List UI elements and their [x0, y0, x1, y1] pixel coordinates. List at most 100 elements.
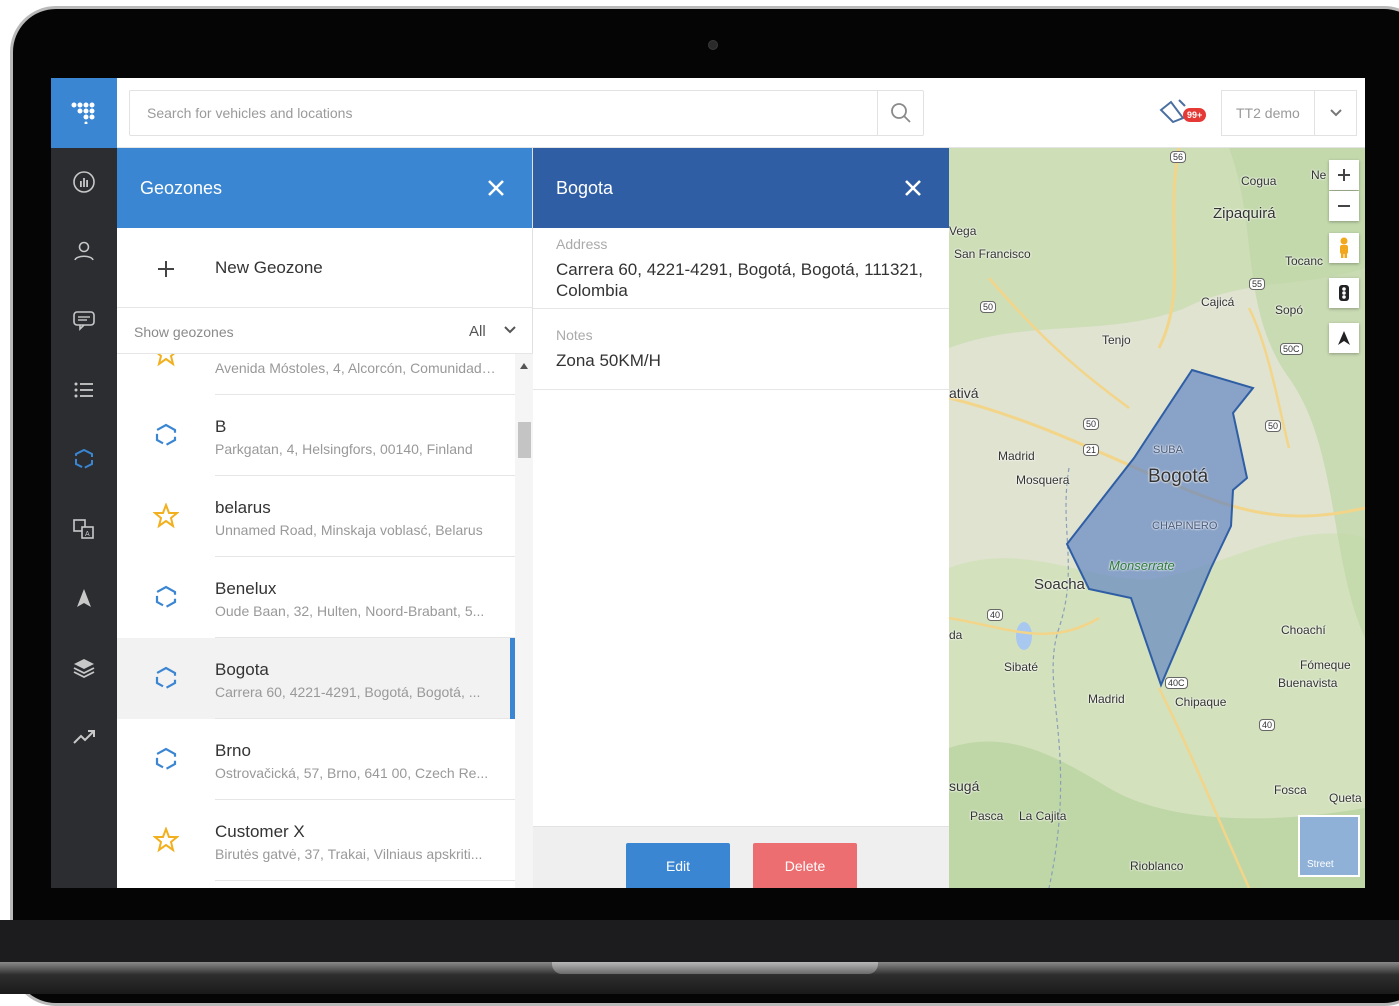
geozone-row[interactable]: belarus Unnamed Road, Minskaja voblasć, …	[117, 476, 515, 557]
search-input[interactable]	[130, 91, 878, 135]
row-divider	[215, 880, 515, 881]
street-view-pegman[interactable]	[1329, 233, 1359, 263]
edit-button[interactable]: Edit	[626, 843, 730, 888]
translate-icon: A	[73, 519, 94, 539]
dashboard-nav[interactable]	[51, 159, 117, 205]
geozone-address: Carrera 60, 4221-4291, Bogotá, Bogotá, .…	[215, 684, 481, 700]
north-compass-button[interactable]	[1329, 323, 1359, 353]
geozone-row[interactable]: Benelux Oude Baan, 32, Hulten, Noord-Bra…	[117, 557, 515, 638]
map-label: CHAPINERO	[1152, 520, 1218, 532]
zoom-in-button[interactable]	[1329, 160, 1359, 190]
dashboard-icon	[73, 171, 95, 193]
map-label: Zipaquirá	[1213, 205, 1276, 222]
star-icon	[153, 827, 179, 853]
map-label: San Francisco	[954, 247, 1031, 261]
top-bar: 99+ TT2 demo	[117, 78, 1365, 148]
route-shield: 50	[1265, 420, 1282, 432]
close-detail-button[interactable]	[901, 176, 925, 200]
field-divider	[533, 308, 949, 309]
translate-nav[interactable]: A	[51, 506, 117, 552]
map-label: Chipaque	[1175, 695, 1227, 709]
plus-icon	[1338, 169, 1350, 181]
app-logo[interactable]	[51, 78, 117, 148]
notification-badge: 99+	[1183, 108, 1207, 122]
person-icon	[74, 241, 94, 261]
street-view-thumbnail[interactable]: Street	[1307, 859, 1334, 870]
geozone-row[interactable]: Avenida Móstoles, 4, Alcorcón, Comunidad…	[117, 354, 515, 395]
reports-nav[interactable]	[51, 714, 117, 760]
star-icon	[157, 354, 175, 367]
map-view[interactable]: Cogua Zipaquirá Ne Vega San Francisco To…	[949, 148, 1365, 888]
new-geozone-button[interactable]: New Geozone	[117, 228, 533, 308]
navigation-arrow-icon	[77, 589, 91, 607]
geozone-name: Brno	[215, 741, 251, 760]
geozones-title: Geozones	[140, 178, 223, 198]
map-label: La Cajita	[1019, 809, 1067, 823]
polygon-icon	[155, 585, 177, 609]
notes-label: Notes	[556, 327, 593, 343]
geozone-name: B	[215, 417, 227, 436]
detail-footer: Edit Delete	[533, 826, 949, 888]
chevron-down-icon[interactable]	[503, 323, 517, 337]
close-geozones-button[interactable]	[484, 176, 508, 200]
geozone-list: Avenida Móstoles, 4, Alcorcón, Comunidad…	[117, 354, 515, 888]
layers-nav[interactable]	[51, 645, 117, 691]
geozone-row[interactable]: B Parkgatan, 4, Helsingfors, 00140, Finl…	[117, 395, 515, 476]
plus-icon	[158, 261, 174, 277]
user-name: TT2 demo	[1236, 105, 1300, 121]
scroll-up-arrow-icon[interactable]	[519, 362, 529, 370]
search-icon	[890, 103, 911, 123]
navigation-nav[interactable]	[51, 575, 117, 621]
traffic-light-icon	[1339, 285, 1349, 301]
drivers-nav[interactable]	[51, 228, 117, 274]
close-icon	[488, 180, 504, 196]
geozone-name: Customer X	[215, 822, 305, 841]
map-label: Madrid	[998, 449, 1035, 463]
geozone-row[interactable]: Brno Ostrovačická, 57, Brno, 641 00, Cze…	[117, 719, 515, 800]
zoom-out-button[interactable]	[1329, 191, 1359, 221]
list-nav[interactable]	[51, 367, 117, 413]
geozones-panel: Geozones New Geozone Show geozones All A…	[117, 148, 533, 888]
scrollbar-thumb[interactable]	[518, 422, 531, 458]
notes-value: Zona 50KM/H	[556, 351, 661, 370]
map-label: Cogua	[1241, 174, 1277, 188]
geozone-address: Avenida Móstoles, 4, Alcorcón, Comunidad…	[215, 360, 497, 376]
map-label: da	[949, 628, 963, 642]
geozone-detail-panel: Bogota Address Carrera 60, 4221-4291, Bo…	[533, 148, 949, 888]
delete-button[interactable]: Delete	[753, 843, 857, 888]
map-label: Sopó	[1275, 303, 1304, 317]
user-menu[interactable]: TT2 demo	[1221, 90, 1357, 136]
app-screen: A 99+ TT2 demo	[51, 78, 1365, 888]
map-label: Monserrate	[1109, 558, 1175, 573]
map-label: Ne	[1311, 168, 1327, 182]
traffic-layer-button[interactable]	[1329, 278, 1359, 308]
route-shield: 50	[1083, 418, 1100, 430]
geozone-row-selected[interactable]: Bogota Carrera 60, 4221-4291, Bogotá, Bo…	[117, 638, 515, 719]
map-label: Tenjo	[1102, 333, 1131, 347]
polygon-icon	[155, 747, 177, 771]
geozone-name: Benelux	[215, 579, 277, 598]
geozones-nav[interactable]	[51, 436, 117, 482]
laptop-notch	[552, 962, 878, 974]
geozone-address: Birutės gatvė, 37, Trakai, Vilniaus apsk…	[215, 846, 483, 862]
route-shield: 21	[1083, 444, 1100, 456]
messages-nav[interactable]	[51, 297, 117, 343]
filter-select[interactable]: All	[469, 323, 486, 340]
map-label: Sibaté	[1004, 660, 1039, 674]
geozone-row[interactable]: Customer X Birutės gatvė, 37, Trakai, Vi…	[117, 800, 515, 881]
map-label: Pasca	[970, 809, 1004, 823]
navigation-arrow-icon	[1338, 331, 1350, 345]
nav-rail: A	[51, 78, 117, 888]
minus-icon	[1338, 205, 1350, 207]
webcam	[708, 40, 718, 50]
geozone-icon	[75, 448, 93, 470]
route-shield: 50C	[1280, 343, 1303, 355]
filter-label: Show geozones	[134, 324, 234, 340]
search-button[interactable]	[877, 91, 923, 135]
map-label: Vega	[949, 224, 977, 238]
user-menu-toggle[interactable]	[1314, 91, 1356, 135]
notifications-button[interactable]: 99+	[1157, 96, 1209, 130]
map-label: Madrid	[1088, 692, 1125, 706]
close-icon	[905, 180, 921, 196]
map-label: Buenavista	[1278, 676, 1338, 690]
